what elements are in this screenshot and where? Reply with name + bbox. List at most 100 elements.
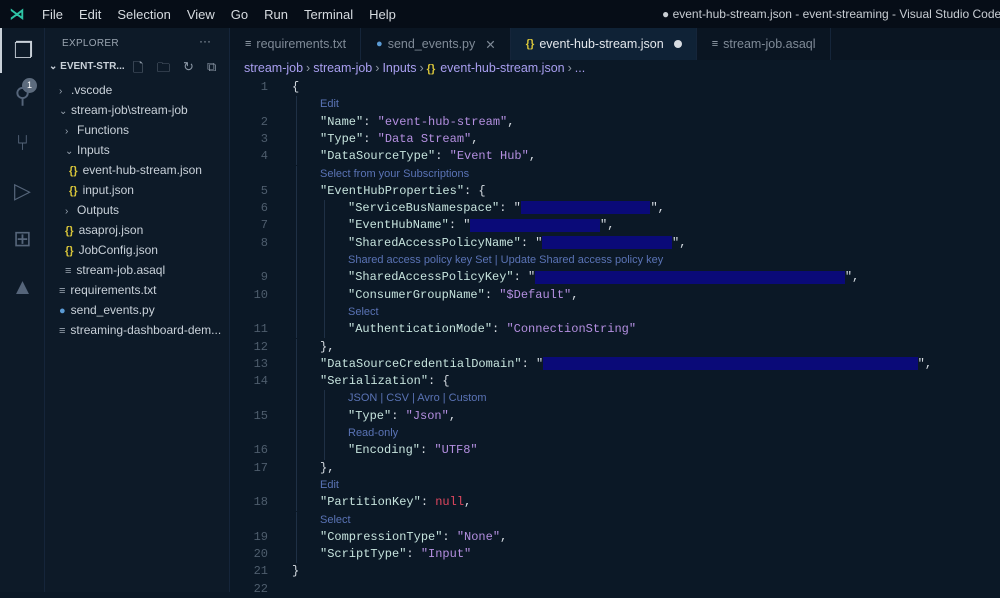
menu-go[interactable]: Go (223, 7, 256, 22)
json-file-icon: {} (525, 38, 535, 50)
menu-selection[interactable]: Selection (109, 7, 178, 22)
tree-item[interactable]: › .vscode (45, 80, 229, 100)
code-lens-actions[interactable]: Select from your Subscriptions (320, 166, 469, 183)
code-lens[interactable]: Select (230, 304, 1000, 321)
tree-item[interactable]: {} JobConfig.json (45, 240, 229, 260)
json-file-icon: {} (426, 63, 436, 75)
code-line: 8 "SharedAccessPolicyName": " ", (230, 235, 1000, 252)
explorer-sidebar: EXPLORER ··· ⌄ EVENT-STR... 🗋 🗀 ↻ ⧉ › .vs… (45, 28, 230, 592)
breadcrumb-item[interactable]: stream-job (313, 61, 372, 75)
code-lens[interactable]: Select (230, 512, 1000, 529)
code-lens-actions[interactable]: Read-only (348, 425, 398, 442)
line-number: 16 (253, 443, 268, 458)
token: "Serialization" (320, 374, 429, 389)
code-line: 16 "Encoding": "UTF8" (230, 442, 1000, 459)
breadcrumb-item[interactable]: event-hub-stream.json (440, 61, 564, 75)
indent-guide (324, 407, 325, 425)
code-lens[interactable]: Select from your Subscriptions (230, 166, 1000, 183)
code-lens-actions[interactable]: Select (320, 512, 351, 529)
token: "PartitionKey" (320, 495, 421, 510)
code-text: "Serialization": { (320, 373, 450, 390)
more-actions-icon[interactable]: ··· (199, 34, 211, 48)
tree-item-label: asaproj.json (78, 223, 144, 237)
code-lens-actions[interactable]: Edit (320, 96, 339, 113)
tree-item[interactable]: {} asaproj.json (45, 220, 229, 240)
line-number: 20 (253, 547, 268, 562)
run-debug-icon[interactable]: ▷ (0, 168, 45, 213)
code-lens-actions[interactable]: Select (348, 304, 379, 321)
tree-item[interactable]: {} input.json (45, 180, 229, 200)
breadcrumb-item[interactable]: Inputs (382, 61, 416, 75)
token: "DataSourceCredentialDomain" (320, 356, 522, 371)
tree-item[interactable]: › Outputs (45, 200, 229, 220)
search-icon[interactable]: ⚲ (0, 73, 45, 118)
token: "AuthenticationMode" (348, 322, 493, 337)
azure-icon[interactable]: ▲ (0, 264, 45, 309)
code-text: "Name": "event-hub-stream", (320, 114, 514, 131)
menu-run[interactable]: Run (256, 7, 296, 22)
collapse-all-icon[interactable]: ⧉ (207, 59, 216, 75)
code-lens[interactable]: Read-only (230, 425, 1000, 442)
code-lens[interactable]: Edit (230, 96, 1000, 113)
line-number: 13 (253, 356, 268, 371)
source-control-icon[interactable]: ⑂ (0, 120, 45, 165)
menu-file[interactable]: File (34, 7, 71, 22)
explorer-icon[interactable]: ❐ (0, 28, 45, 73)
new-folder-icon[interactable]: 🗀 (157, 59, 170, 81)
code-lens[interactable]: Shared access policy key Set | Update Sh… (230, 252, 1000, 269)
code-lens-actions[interactable]: Shared access policy key Set | Update Sh… (348, 252, 663, 269)
token: , (464, 495, 472, 510)
code-editor[interactable]: 1{Edit 2 "Name": "event-hub-stream", 3 "Type… (230, 78, 1000, 596)
indent-guide (296, 303, 297, 322)
tab-event-hub-stream-json[interactable]: {} event-hub-stream.json (510, 28, 697, 60)
new-file-icon[interactable]: 🗋 (133, 59, 143, 81)
tree-item[interactable]: ≡ streaming-dashboard-dem... (45, 320, 229, 340)
code-text: } (292, 563, 299, 580)
tree-item[interactable]: ⌄ Inputs (45, 140, 229, 160)
redacted-value (470, 218, 601, 232)
token: "UTF8" (434, 443, 478, 458)
tree-item[interactable]: ≡ stream-job.asaql (45, 260, 229, 280)
menu-terminal[interactable]: Terminal (296, 7, 361, 22)
tree-item[interactable]: ⌄ stream-job\stream-job (45, 100, 229, 120)
code-lens[interactable]: JSON | CSV | Avro | Custom (230, 390, 1000, 407)
code-lens[interactable]: Edit (230, 477, 1000, 494)
json-file-icon: {} (65, 225, 74, 237)
menu-help[interactable]: Help (361, 7, 404, 22)
token: "$Default" (499, 287, 572, 302)
indent-guide (324, 425, 325, 443)
unsaved-dot-icon[interactable] (673, 40, 682, 48)
tree-item[interactable]: {} event-hub-stream.json (45, 160, 229, 180)
code-lens-actions[interactable]: JSON | CSV | Avro | Custom (348, 390, 487, 407)
tab-requirements-txt[interactable]: ≡ requirements.txt (230, 28, 362, 60)
code-text: "ConsumerGroupName": "$Default", (348, 287, 578, 304)
menu-edit[interactable]: Edit (71, 7, 109, 22)
breadcrumb-item[interactable]: stream-job (244, 61, 303, 75)
token: "SharedAccessPolicyKey" (348, 270, 514, 285)
token: "DataSourceType" (320, 149, 436, 164)
close-icon[interactable]: ✕ (485, 37, 495, 52)
tab-send-events-py[interactable]: ● send_events.py ✕ (361, 28, 511, 60)
workspace-folder-label: EVENT-STR... (60, 61, 125, 72)
token: : (420, 443, 435, 458)
code-lens-actions[interactable]: Edit (320, 477, 339, 494)
indent-guide (296, 217, 297, 235)
refresh-icon[interactable]: ↻ (183, 59, 194, 75)
code-line: 14 "Serialization": { (230, 373, 1000, 390)
chevron-right-icon: › (419, 61, 424, 75)
code-text: "Type": "Json", (348, 408, 456, 425)
indent-guide (324, 217, 325, 235)
tree-item[interactable]: ● send_events.py (45, 300, 229, 320)
tree-item-label: stream-job\stream-job (71, 103, 188, 117)
tree-item[interactable]: ≡ requirements.txt (45, 280, 229, 300)
tree-item-label: send_events.py (70, 303, 155, 317)
indent-guide (296, 286, 297, 304)
tab-stream-job-asaql[interactable]: ≡ stream-job.asaql (697, 28, 831, 60)
breadcrumb-item[interactable]: ... (575, 61, 585, 75)
indent-guide (296, 476, 297, 495)
menu-view[interactable]: View (179, 7, 223, 22)
indent-guide (296, 546, 297, 564)
code-text: "SharedAccessPolicyKey": " ", (348, 269, 859, 286)
extensions-icon[interactable]: ⊞ (0, 216, 45, 261)
tree-item[interactable]: › Functions (45, 120, 229, 140)
